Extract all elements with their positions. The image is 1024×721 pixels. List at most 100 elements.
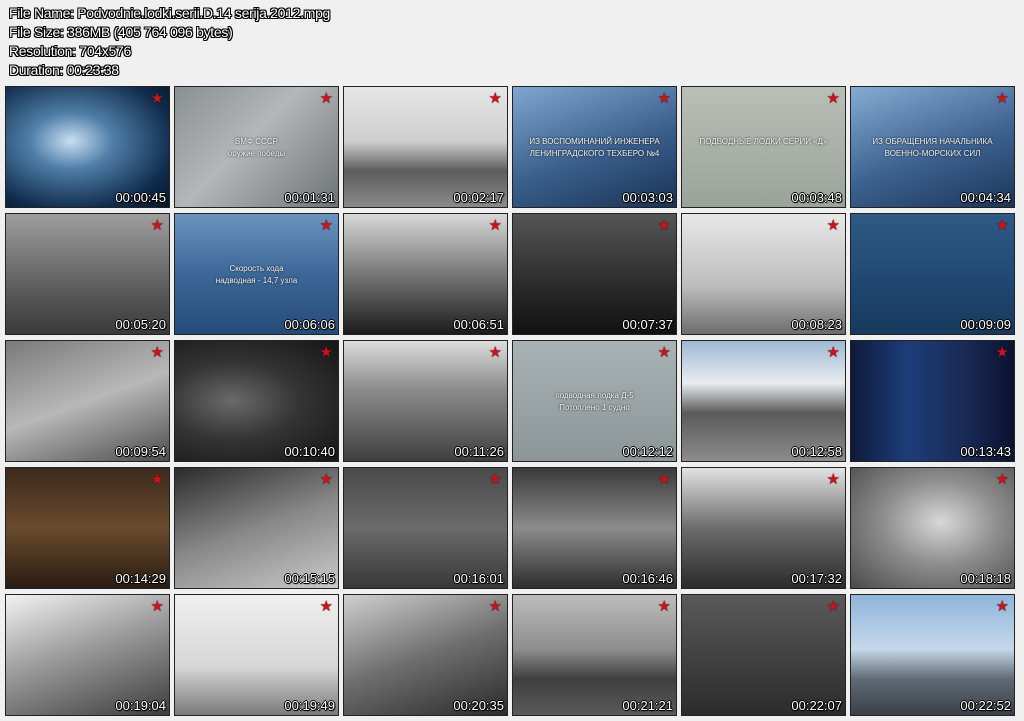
red-star-icon: ★ xyxy=(995,217,1009,234)
timestamp-label: 00:04:34 xyxy=(960,190,1011,205)
frame-caption-secondary: ВОЕННО-МОРСКИХ СИЛ xyxy=(884,149,981,158)
timestamp-label: 00:14:29 xyxy=(115,571,166,586)
timestamp-label: 00:09:09 xyxy=(960,317,1011,332)
red-star-icon: ★ xyxy=(488,598,502,615)
red-star-icon: ★ xyxy=(319,217,333,234)
timestamp-label: 00:21:21 xyxy=(622,698,673,713)
timestamp-label: 00:02:17 xyxy=(453,190,504,205)
red-star-icon: ★ xyxy=(657,471,671,488)
timestamp-label: 00:19:04 xyxy=(115,698,166,713)
thumbnail-frame[interactable]: ★ 00:07:37 xyxy=(512,213,677,335)
thumbnail-frame[interactable]: ★ 00:02:17 xyxy=(343,86,508,208)
thumbnail-frame[interactable]: ВМФ СССР оружие победы ★ 00:01:31 xyxy=(174,86,339,208)
thumbnail-frame[interactable]: ★ 00:16:46 xyxy=(512,467,677,589)
frame-caption: подводная лодка Д-5 xyxy=(555,391,634,400)
red-star-icon: ★ xyxy=(657,598,671,615)
thumbnail-frame[interactable]: ★ 00:08:23 xyxy=(681,213,846,335)
thumbnail-frame[interactable]: ИЗ ОБРАЩЕНИЯ НАЧАЛЬНИКА ВОЕННО-МОРСКИХ СИ… xyxy=(850,86,1015,208)
red-star-icon: ★ xyxy=(826,598,840,615)
thumbnail-frame[interactable]: ★ 00:18:18 xyxy=(850,467,1015,589)
frame-caption-secondary: ЛЕНИНГРАДСКОГО ТЕХБЕРО №4 xyxy=(529,149,660,158)
thumbnail-frame[interactable]: подводная лодка Д-5 Потоплено 1 судно ★ 00:… xyxy=(512,340,677,462)
thumbnail-frame[interactable]: ★ 00:21:21 xyxy=(512,594,677,716)
frame-caption: ПОДВОДНЫЕ ЛОДКИ СЕРИИ «Д» xyxy=(699,137,828,146)
frame-caption: ИЗ ОБРАЩЕНИЯ НАЧАЛЬНИКА xyxy=(872,137,993,146)
timestamp-label: 00:20:35 xyxy=(453,698,504,713)
timestamp-label: 00:09:54 xyxy=(115,444,166,459)
timestamp-label: 00:03:48 xyxy=(791,190,842,205)
frame-caption-secondary: оружие победы xyxy=(227,149,286,158)
red-star-icon: ★ xyxy=(150,344,164,361)
red-star-icon: ★ xyxy=(995,471,1009,488)
thumbnail-frame[interactable]: ★ 00:11:26 xyxy=(343,340,508,462)
red-star-icon: ★ xyxy=(488,90,502,107)
thumbnail-frame[interactable]: ★ 00:19:04 xyxy=(5,594,170,716)
red-star-icon: ★ xyxy=(657,344,671,361)
timestamp-label: 00:22:52 xyxy=(960,698,1011,713)
red-star-icon: ★ xyxy=(488,217,502,234)
thumbnail-frame[interactable]: ★ 00:19:49 xyxy=(174,594,339,716)
timestamp-label: 00:10:40 xyxy=(284,444,335,459)
file-size-label: File Size: 386MB (405 764 096 bytes) xyxy=(9,24,233,40)
frame-caption-secondary: надводная - 14,7 узла xyxy=(215,276,298,285)
red-star-icon: ★ xyxy=(150,598,164,615)
thumbnail-grid: ★ 00:00:45 ВМФ СССР оружие победы ★ 00:01:31 ★… xyxy=(5,86,1015,716)
red-star-icon: ★ xyxy=(150,471,164,488)
thumbnail-frame[interactable]: ★ 00:16:01 xyxy=(343,467,508,589)
timestamp-label: 00:17:32 xyxy=(791,571,842,586)
thumbnail-frame[interactable]: Скорость хода надводная - 14,7 узла ★ 00:06… xyxy=(174,213,339,335)
timestamp-label: 00:19:49 xyxy=(284,698,335,713)
thumbnail-frame[interactable]: ★ 00:09:09 xyxy=(850,213,1015,335)
thumbnail-frame[interactable]: ★ 00:17:32 xyxy=(681,467,846,589)
thumbnail-frame[interactable]: ★ 00:14:29 xyxy=(5,467,170,589)
thumbnail-frame[interactable]: ★ 00:05:20 xyxy=(5,213,170,335)
file-name-label: File Name: Podvodnie.lodki.serii.D.14 se… xyxy=(9,5,331,21)
timestamp-label: 00:08:23 xyxy=(791,317,842,332)
timestamp-label: 00:15:15 xyxy=(284,571,335,586)
red-star-icon: ★ xyxy=(488,471,502,488)
timestamp-label: 00:12:12 xyxy=(622,444,673,459)
red-star-icon: ★ xyxy=(657,90,671,107)
red-star-icon: ★ xyxy=(150,217,164,234)
red-star-icon: ★ xyxy=(657,217,671,234)
red-star-icon: ★ xyxy=(319,344,333,361)
red-star-icon: ★ xyxy=(995,344,1009,361)
file-info-panel: File Name: Podvodnie.lodki.serii.D.14 se… xyxy=(9,4,330,80)
duration-label: Duration: 00:23:38 xyxy=(9,62,119,78)
thumbnail-frame[interactable]: ★ 00:12:58 xyxy=(681,340,846,462)
thumbnail-frame[interactable]: ★ 00:22:52 xyxy=(850,594,1015,716)
frame-caption: ИЗ ВОСПОМИНАНИЙ ИНЖЕНЕРА xyxy=(529,137,660,146)
red-star-icon: ★ xyxy=(319,471,333,488)
thumbnail-frame[interactable]: ★ 00:20:35 xyxy=(343,594,508,716)
red-star-icon: ★ xyxy=(150,90,164,107)
red-star-icon: ★ xyxy=(488,344,502,361)
timestamp-label: 00:03:03 xyxy=(622,190,673,205)
timestamp-label: 00:06:51 xyxy=(453,317,504,332)
thumbnail-frame[interactable]: ПОДВОДНЫЕ ЛОДКИ СЕРИИ «Д» ★ 00:03:48 xyxy=(681,86,846,208)
timestamp-label: 00:18:18 xyxy=(960,571,1011,586)
resolution-label: Resolution: 704x576 xyxy=(9,43,131,59)
thumbnail-frame[interactable]: ★ 00:22:07 xyxy=(681,594,846,716)
thumbnail-frame[interactable]: ★ 00:09:54 xyxy=(5,340,170,462)
timestamp-label: 00:22:07 xyxy=(791,698,842,713)
red-star-icon: ★ xyxy=(319,90,333,107)
frame-caption: Скорость хода xyxy=(229,264,284,273)
thumbnail-frame[interactable]: ИЗ ВОСПОМИНАНИЙ ИНЖЕНЕРА ЛЕНИНГРАДСКОГО Т… xyxy=(512,86,677,208)
red-star-icon: ★ xyxy=(995,598,1009,615)
timestamp-label: 00:16:01 xyxy=(453,571,504,586)
timestamp-label: 00:06:06 xyxy=(284,317,335,332)
thumbnail-frame[interactable]: ★ 00:06:51 xyxy=(343,213,508,335)
frame-caption: ВМФ СССР xyxy=(235,137,278,146)
timestamp-label: 00:16:46 xyxy=(622,571,673,586)
thumbnail-frame[interactable]: ★ 00:00:45 xyxy=(5,86,170,208)
red-star-icon: ★ xyxy=(995,90,1009,107)
timestamp-label: 00:05:20 xyxy=(115,317,166,332)
thumbnail-frame[interactable]: ★ 00:13:43 xyxy=(850,340,1015,462)
timestamp-label: 00:11:26 xyxy=(454,444,504,459)
thumbnail-frame[interactable]: ★ 00:15:15 xyxy=(174,467,339,589)
timestamp-label: 00:13:43 xyxy=(960,444,1011,459)
timestamp-label: 00:00:45 xyxy=(115,190,166,205)
red-star-icon: ★ xyxy=(826,217,840,234)
red-star-icon: ★ xyxy=(319,598,333,615)
thumbnail-frame[interactable]: ★ 00:10:40 xyxy=(174,340,339,462)
